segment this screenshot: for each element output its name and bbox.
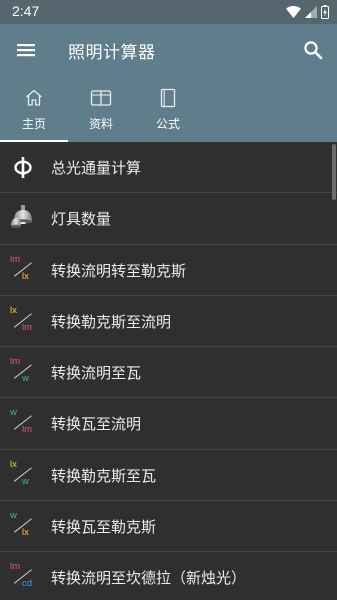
lm-to-w-icon: lm w: [8, 356, 38, 388]
lm-to-lx-icon: lm lx: [8, 254, 38, 286]
list-item-w-to-lx[interactable]: w lx 转换瓦至勒克斯: [0, 501, 337, 553]
wifi-icon: [286, 6, 301, 18]
lx-to-w-icon: lx w: [8, 459, 38, 491]
list-item-lm-to-lx[interactable]: lm lx 转换流明转至勒克斯: [0, 245, 337, 296]
unit-top: lm: [10, 356, 21, 368]
list-item-lx-to-lm[interactable]: lx lm 转换勒克斯至流明: [0, 296, 337, 348]
battery-icon: [321, 5, 329, 19]
list-item-lm-to-cd[interactable]: lm cd 转换流明至坎德拉（新烛光）: [0, 552, 337, 600]
lm-to-cd-icon: lm cd: [8, 561, 38, 593]
unit-bottom: lm: [22, 424, 33, 436]
list-item-fixture-count[interactable]: 灯具数量: [0, 193, 337, 245]
tab-formulas[interactable]: 公式: [134, 76, 202, 142]
lx-to-lm-icon: lx lm: [8, 305, 38, 337]
list-item-lm-to-w[interactable]: lm w 转换流明至瓦: [0, 347, 337, 399]
unit-bottom: lm: [22, 321, 33, 333]
list-item-label: 转换瓦至勒克斯: [51, 518, 157, 537]
menu-icon: [17, 44, 35, 57]
status-bar: 2:47: [0, 0, 337, 24]
unit-top: lm: [10, 253, 21, 265]
tab-home-label: 主页: [21, 117, 46, 131]
book-open-icon: [90, 87, 112, 109]
unit-top: w: [10, 407, 17, 419]
list-item-label: 转换勒克斯至流明: [51, 312, 172, 331]
list-item-label: 转换勒克斯至瓦: [51, 466, 157, 485]
list-item-label: 总光通量计算: [51, 159, 142, 177]
w-to-lx-icon: w lx: [8, 510, 38, 542]
tab-formulas-label: 公式: [155, 117, 180, 131]
unit-top: lx: [10, 458, 17, 470]
list-item-label: 转换流明至坎德拉（新烛光）: [51, 569, 247, 588]
w-to-lm-icon: w lm: [8, 407, 38, 439]
scrollbar-thumb[interactable]: [332, 144, 336, 200]
unit-bottom: lx: [22, 270, 29, 282]
app-bar: 照明计算器: [0, 24, 337, 76]
unit-bottom: w: [22, 373, 29, 385]
book-icon: [157, 87, 179, 109]
search-icon: [304, 41, 323, 60]
search-button[interactable]: [299, 36, 327, 64]
signal-icon: [305, 6, 317, 18]
status-time: 2:47: [12, 3, 40, 19]
tab-bar: 主页 资料 公式: [0, 76, 337, 142]
phi-icon: [8, 151, 38, 183]
list-item-w-to-lm[interactable]: w lm 转换瓦至流明: [0, 398, 337, 450]
list-item-label: 转换瓦至流明: [51, 415, 142, 434]
tab-home[interactable]: 主页: [0, 76, 68, 142]
list-item-label: 转换流明至瓦: [51, 364, 142, 383]
list-item-label: 转换流明转至勒克斯: [51, 261, 187, 280]
menu-button[interactable]: [12, 36, 40, 64]
unit-top: w: [10, 510, 17, 522]
lamp-icon: [8, 202, 38, 234]
unit-top: lx: [10, 304, 17, 316]
list-item-total-flux[interactable]: 总光通量计算: [0, 142, 337, 194]
unit-top: lm: [10, 561, 21, 573]
calculator-list: 总光通量计算 灯具数量 lm lx 转换流明转至勒克斯 lx lm 转换勒克斯至…: [0, 142, 337, 600]
unit-bottom: cd: [22, 578, 33, 590]
list-item-label: 灯具数量: [51, 210, 112, 229]
unit-bottom: lx: [22, 527, 29, 539]
unit-bottom: w: [22, 475, 29, 487]
tab-resources[interactable]: 资料: [67, 76, 135, 142]
tab-resources-label: 资料: [88, 117, 113, 131]
list-item-lx-to-w[interactable]: lx w 转换勒克斯至瓦: [0, 450, 337, 502]
home-icon: [23, 87, 45, 109]
app-title: 照明计算器: [68, 43, 156, 63]
status-icons: [286, 4, 329, 20]
